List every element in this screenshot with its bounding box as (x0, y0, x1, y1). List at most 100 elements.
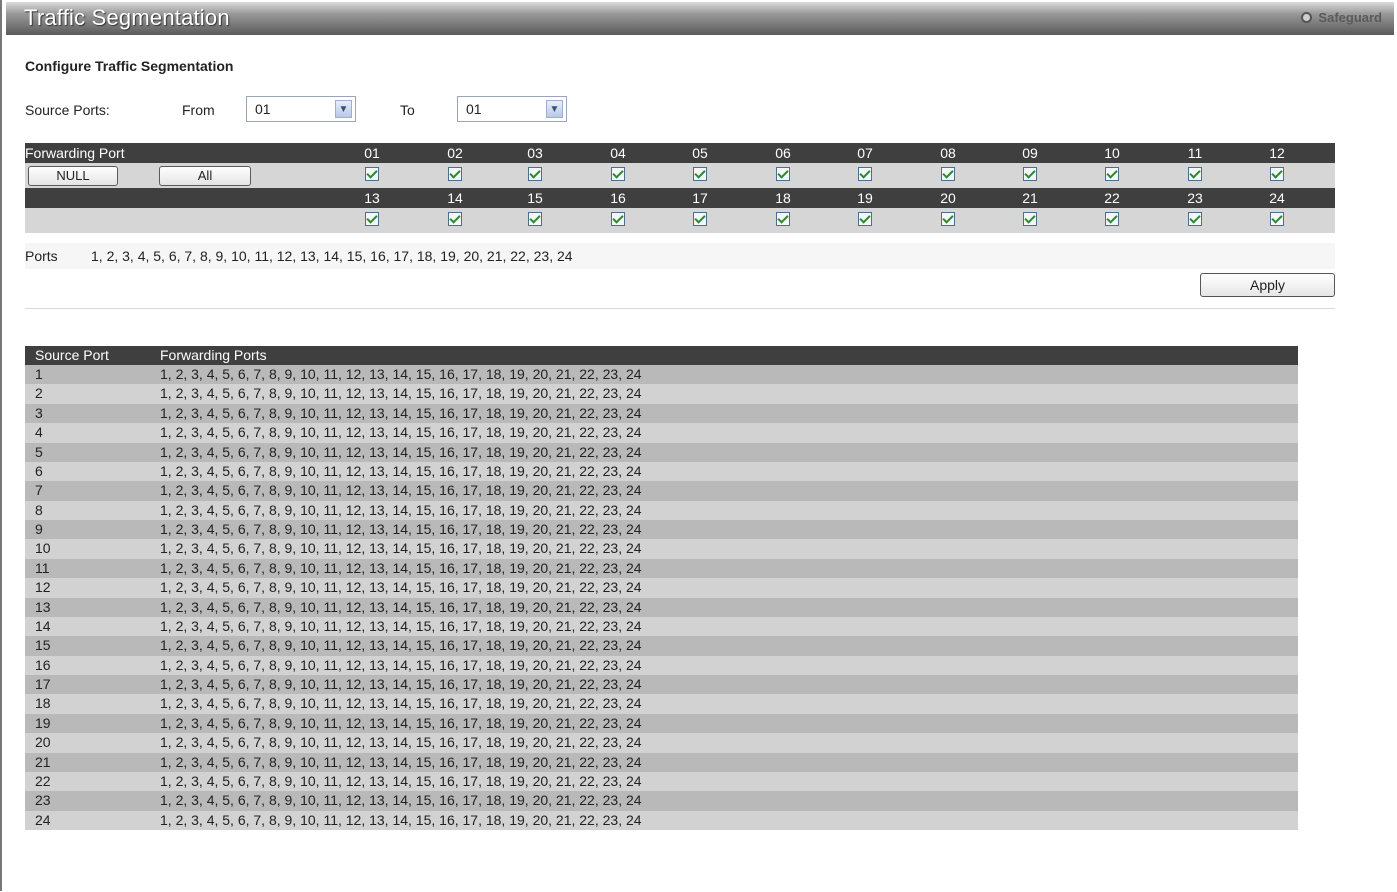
forwarding-port-label: Forwarding Port (25, 145, 125, 161)
table-row: 14 1, 2, 3, 4, 5, 6, 7, 8, 9, 10, 11, 12,… (25, 616, 1298, 637)
source-port-cell: 4 (35, 424, 43, 441)
to-port-value: 01 (466, 101, 482, 117)
port-06-checkbox[interactable] (776, 167, 790, 181)
table-row: 2 1, 2, 3, 4, 5, 6, 7, 8, 9, 10, 11, 12, … (25, 384, 1298, 404)
port-number: 04 (610, 145, 626, 161)
ports-summary-row: Ports 1, 2, 3, 4, 5, 6, 7, 8, 9, 10, 11,… (25, 243, 1335, 269)
ports-label: Ports (25, 248, 58, 264)
port-08-checkbox[interactable] (941, 167, 955, 181)
table-row: 10 1, 2, 3, 4, 5, 6, 7, 8, 9, 10, 11, 12,… (25, 539, 1298, 559)
source-port-cell: 23 (35, 792, 51, 809)
port-24-checkbox[interactable] (1270, 212, 1284, 226)
source-port-cell: 14 (35, 617, 51, 634)
null-button[interactable]: NULL (28, 166, 118, 186)
table-row: 8 1, 2, 3, 4, 5, 6, 7, 8, 9, 10, 11, 12, … (25, 500, 1298, 520)
port-22-checkbox[interactable] (1105, 212, 1119, 226)
source-port-cell: 19 (35, 714, 51, 731)
to-port-select[interactable]: 01 ▼ (457, 96, 567, 122)
table-row: 6 1, 2, 3, 4, 5, 6, 7, 8, 9, 10, 11, 12, … (25, 461, 1298, 482)
source-port-cell: 10 (35, 540, 51, 557)
port-04-checkbox[interactable] (611, 167, 625, 181)
table-row: 11 1, 2, 3, 4, 5, 6, 7, 8, 9, 10, 11, 12,… (25, 558, 1298, 579)
forwarding-ports-cell: 1, 2, 3, 4, 5, 6, 7, 8, 9, 10, 11, 12, 1… (160, 695, 642, 712)
column-header-forwarding-ports: Forwarding Ports (160, 347, 267, 363)
port-14-checkbox[interactable] (448, 212, 462, 226)
port-number: 20 (940, 190, 956, 206)
port-13-checkbox[interactable] (365, 212, 379, 226)
table-row: 23 1, 2, 3, 4, 5, 6, 7, 8, 9, 10, 11, 12,… (25, 791, 1298, 811)
port-01-checkbox[interactable] (365, 167, 379, 181)
forwarding-ports-cell: 1, 2, 3, 4, 5, 6, 7, 8, 9, 10, 11, 12, 1… (160, 501, 642, 518)
source-port-cell: 5 (35, 443, 43, 460)
port-16-checkbox[interactable] (611, 212, 625, 226)
port-11-checkbox[interactable] (1188, 167, 1202, 181)
port-03-checkbox[interactable] (528, 167, 542, 181)
forwarding-ports-cell: 1, 2, 3, 4, 5, 6, 7, 8, 9, 10, 11, 12, 1… (160, 792, 642, 809)
port-number: 13 (364, 190, 380, 206)
forwarding-ports-cell: 1, 2, 3, 4, 5, 6, 7, 8, 9, 10, 11, 12, 1… (160, 676, 642, 692)
port-number: 11 (1187, 145, 1203, 161)
source-port-cell: 21 (35, 753, 51, 770)
forwarding-ports-cell: 1, 2, 3, 4, 5, 6, 7, 8, 9, 10, 11, 12, 1… (160, 579, 642, 596)
forwarding-ports-cell: 1, 2, 3, 4, 5, 6, 7, 8, 9, 10, 11, 12, 1… (160, 753, 642, 770)
source-port-cell: 9 (35, 521, 43, 537)
safeguard-label: Safeguard (1318, 10, 1382, 25)
port-20-checkbox[interactable] (941, 212, 955, 226)
source-port-cell: 20 (35, 734, 51, 751)
chevron-down-icon[interactable]: ▼ (546, 100, 563, 118)
forwarding-ports-cell: 1, 2, 3, 4, 5, 6, 7, 8, 9, 10, 11, 12, 1… (160, 714, 642, 731)
table-row: 7 1, 2, 3, 4, 5, 6, 7, 8, 9, 10, 11, 12, … (25, 481, 1298, 501)
forwarding-ports-cell: 1, 2, 3, 4, 5, 6, 7, 8, 9, 10, 11, 12, 1… (160, 482, 642, 499)
forwarding-ports-cell: 1, 2, 3, 4, 5, 6, 7, 8, 9, 10, 11, 12, 1… (160, 443, 642, 460)
port-number: 12 (1269, 145, 1285, 161)
port-number: 23 (1187, 190, 1203, 206)
forwarding-ports-cell: 1, 2, 3, 4, 5, 6, 7, 8, 9, 10, 11, 12, 1… (160, 366, 642, 382)
port-17-checkbox[interactable] (693, 212, 707, 226)
forwarding-ports-cell: 1, 2, 3, 4, 5, 6, 7, 8, 9, 10, 11, 12, 1… (160, 811, 642, 828)
table-row: 12 1, 2, 3, 4, 5, 6, 7, 8, 9, 10, 11, 12,… (25, 578, 1298, 598)
forwarding-ports-cell: 1, 2, 3, 4, 5, 6, 7, 8, 9, 10, 11, 12, 1… (160, 559, 642, 576)
forwarding-port-table: Forwarding Port 01 02 03 04 05 06 07 08 … (25, 143, 1335, 233)
from-label: From (182, 102, 215, 118)
safeguard-indicator[interactable]: Safeguard (1301, 10, 1382, 25)
port-21-checkbox[interactable] (1023, 212, 1037, 226)
source-port-cell: 12 (35, 579, 51, 596)
port-02-checkbox[interactable] (448, 167, 462, 181)
port-number: 08 (940, 145, 956, 161)
source-port-cell: 6 (35, 462, 43, 479)
port-12-checkbox[interactable] (1270, 167, 1284, 181)
all-button[interactable]: All (159, 166, 251, 186)
title-bar: Traffic Segmentation Safeguard (6, 2, 1394, 35)
port-07-checkbox[interactable] (858, 167, 872, 181)
port-18-checkbox[interactable] (776, 212, 790, 226)
port-23-checkbox[interactable] (1188, 212, 1202, 226)
port-number: 14 (447, 190, 463, 206)
port-10-checkbox[interactable] (1105, 167, 1119, 181)
port-19-checkbox[interactable] (858, 212, 872, 226)
port-number: 15 (527, 190, 543, 206)
port-05-checkbox[interactable] (693, 167, 707, 181)
divider (25, 308, 1335, 309)
table-row: 22 1, 2, 3, 4, 5, 6, 7, 8, 9, 10, 11, 12,… (25, 771, 1298, 792)
port-number: 06 (775, 145, 791, 161)
page-title: Traffic Segmentation (24, 5, 230, 30)
apply-button[interactable]: Apply (1200, 273, 1335, 297)
from-port-select[interactable]: 01 ▼ (246, 96, 356, 122)
forwarding-ports-cell: 1, 2, 3, 4, 5, 6, 7, 8, 9, 10, 11, 12, 1… (160, 424, 642, 441)
table-row: 19 1, 2, 3, 4, 5, 6, 7, 8, 9, 10, 11, 12,… (25, 713, 1298, 734)
table-row: 20 1, 2, 3, 4, 5, 6, 7, 8, 9, 10, 11, 12,… (25, 733, 1298, 753)
port-15-checkbox[interactable] (528, 212, 542, 226)
source-port-cell: 2 (35, 385, 43, 402)
port-09-checkbox[interactable] (1023, 167, 1037, 181)
table-row: 21 1, 2, 3, 4, 5, 6, 7, 8, 9, 10, 11, 12,… (25, 752, 1298, 772)
table-row: 24 1, 2, 3, 4, 5, 6, 7, 8, 9, 10, 11, 12,… (25, 810, 1298, 830)
port-number: 05 (692, 145, 708, 161)
chevron-down-icon[interactable]: ▼ (335, 100, 352, 118)
source-port-cell: 13 (35, 598, 51, 615)
port-number: 07 (857, 145, 873, 161)
table-row: 17 1, 2, 3, 4, 5, 6, 7, 8, 9, 10, 11, 12,… (25, 675, 1298, 695)
port-number: 03 (527, 145, 543, 161)
radio-circle-icon (1301, 12, 1313, 23)
from-port-value: 01 (255, 101, 271, 117)
port-number: 19 (857, 190, 873, 206)
